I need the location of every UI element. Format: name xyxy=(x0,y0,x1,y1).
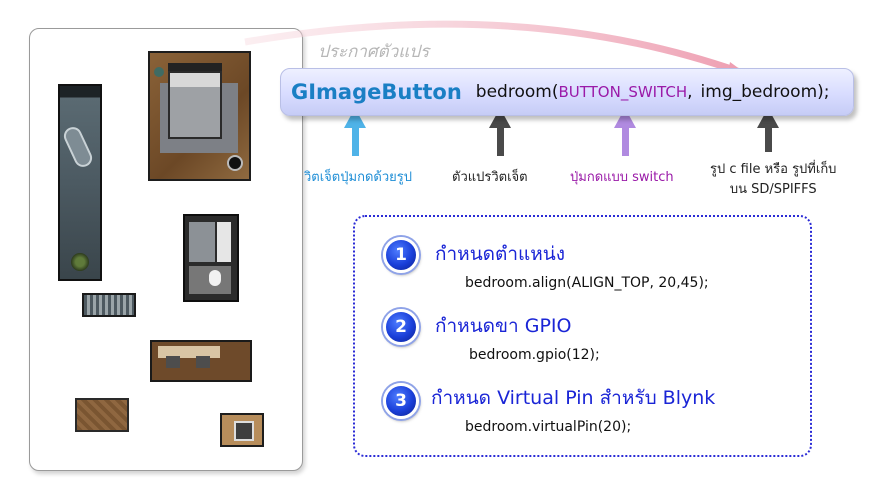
step-title: กำหนด Virtual Pin สำหรับ Blynk xyxy=(431,387,716,409)
lamp-shape xyxy=(154,67,164,77)
glass-panel-shape xyxy=(217,222,231,262)
plant-shape xyxy=(71,253,89,271)
open-paren-token: ( xyxy=(551,82,559,102)
class-description: วิตเจ็ตปุ่มกดด้วยรูป xyxy=(304,170,412,185)
chair-shape xyxy=(196,356,210,368)
shower-shape xyxy=(189,222,215,262)
bed-shape xyxy=(168,71,222,139)
chair-shape xyxy=(166,356,180,368)
wood-floor-image xyxy=(75,398,129,432)
step-code: bedroom.gpio(12); xyxy=(469,347,600,363)
image-description-line: บน SD/SPIFFS xyxy=(729,182,817,197)
step-number-badge: 3 xyxy=(383,383,419,419)
bathtub-shape xyxy=(60,124,96,170)
utility-room-image xyxy=(220,413,264,447)
toilet-shape xyxy=(209,270,221,286)
image-argument-token: img_bedroom); xyxy=(700,82,830,102)
mode-description: ปุ่มกดแบบ switch xyxy=(570,170,674,185)
step-code: bedroom.align(ALIGN_TOP, 20,45); xyxy=(465,275,709,291)
bathroom-middle-image xyxy=(183,214,239,302)
image-description-line: รูป c file หรือ รูปที่เก็บ xyxy=(710,162,837,177)
step-title: กำหนดตำแหน่ง xyxy=(435,243,566,265)
storage-strip-image xyxy=(82,293,136,317)
headboard-shape xyxy=(168,63,222,71)
tv-shape xyxy=(227,155,243,171)
mode-constant-token: BUTTON_SWITCH xyxy=(558,83,688,101)
declaration-heading: ประกาศตัวแปร xyxy=(318,42,430,62)
floorplan-image xyxy=(29,28,303,471)
image-description: รูป c file หรือ รูปที่เก็บ บน SD/SPIFFS xyxy=(710,160,836,200)
class-name-token: GImageButton xyxy=(291,80,462,104)
bedroom-image[interactable] xyxy=(148,51,251,181)
settings-panel: 1 กำหนดตำแหน่ง bedroom.align(ALIGN_TOP, … xyxy=(353,215,812,457)
bathroom-left-image xyxy=(58,84,102,281)
variable-name-token: bedroom xyxy=(475,82,552,102)
desk-room-image xyxy=(150,340,252,382)
step-code: bedroom.virtualPin(20); xyxy=(465,419,632,435)
separator-token: , xyxy=(687,82,693,102)
appliance-shape xyxy=(234,421,254,441)
variable-description: ตัวแปรวิตเจ็ต xyxy=(452,170,528,185)
step-number-badge: 1 xyxy=(383,237,419,273)
step-number-badge: 2 xyxy=(383,309,419,345)
step-title: กำหนดขา GPIO xyxy=(435,315,572,337)
declaration-code-bar: GImageButton bedroom ( BUTTON_SWITCH , i… xyxy=(280,68,854,116)
